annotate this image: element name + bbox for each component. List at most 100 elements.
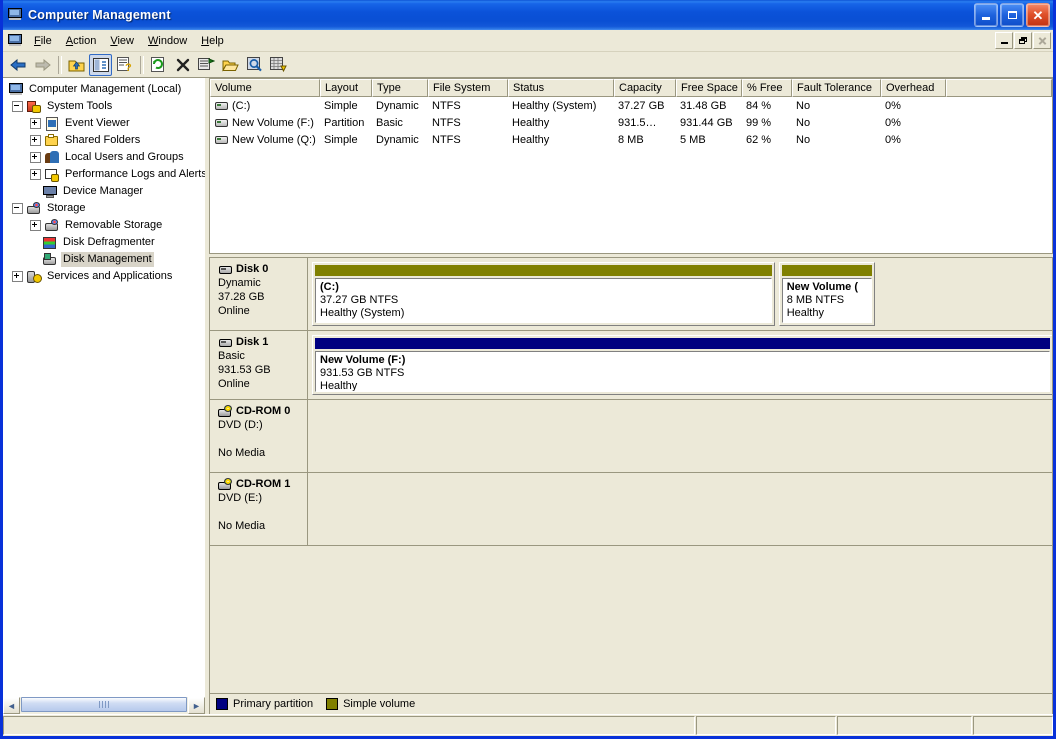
cell-percent-free: 62 % [746, 133, 772, 146]
disk-name: Disk 0 [236, 263, 269, 275]
console-tree-horizontal-scrollbar[interactable]: ◄ ► [3, 696, 205, 715]
scroll-thumb[interactable] [21, 697, 187, 712]
cell-percent-free: 99 % [746, 116, 772, 129]
tree-item-label: Computer Management (Local) [29, 83, 182, 95]
forward-icon[interactable] [31, 54, 54, 76]
column-header-filler[interactable] [946, 79, 1052, 97]
column-header-fault-tolerance[interactable]: Fault Tolerance [792, 79, 881, 97]
system-menu-icon[interactable] [7, 32, 23, 49]
window-title: Computer Management [28, 8, 171, 22]
refresh-icon[interactable] [147, 54, 170, 76]
menu-help[interactable]: Help [194, 33, 231, 49]
partition-name: New Volume (F:) [320, 354, 406, 366]
column-header-overhead[interactable]: Overhead [881, 79, 946, 97]
collapse-toggle-icon[interactable] [12, 203, 23, 214]
up-one-level-icon[interactable] [65, 54, 88, 76]
cell-layout: Partition [324, 116, 365, 129]
disk-row-cdrom-1[interactable]: CD-ROM 1 DVD (E:) No Media [210, 473, 1052, 546]
partition-name: New Volume ( [786, 281, 858, 293]
mdi-window-controls [995, 32, 1051, 49]
tree-item-services-and-applications[interactable]: Services and Applications [4, 268, 205, 285]
mdi-restore-button[interactable] [1014, 32, 1032, 49]
disk-type: DVD (D:) [218, 419, 263, 431]
disk-row-disk-1[interactable]: Disk 1 Basic 931.53 GB Online New Volume… [210, 331, 1052, 400]
scroll-right-button[interactable]: ► [188, 697, 205, 714]
svg-text:?: ? [125, 62, 132, 72]
expand-toggle-icon[interactable] [12, 271, 23, 282]
help-topics-icon[interactable] [267, 54, 290, 76]
tree-item-storage[interactable]: Storage [4, 200, 205, 217]
table-row[interactable]: New Volume (F:) Partition Basic NTFS Hea… [210, 114, 1052, 131]
tree-item-computer-management-local[interactable]: Computer Management (Local) [4, 81, 205, 98]
properties-icon[interactable]: ? [113, 54, 136, 76]
tree-item-performance-logs-and-alerts[interactable]: Performance Logs and Alerts [4, 166, 205, 183]
expand-toggle-icon[interactable] [30, 135, 41, 146]
menu-view[interactable]: View [103, 33, 141, 49]
minimize-button[interactable] [974, 3, 998, 27]
column-header-percent-free[interactable]: % Free [742, 79, 792, 97]
cell-overhead: 0% [885, 99, 901, 112]
status-panel-4 [973, 716, 1053, 735]
console-tree[interactable]: Computer Management (Local) System Tools… [3, 78, 205, 696]
column-header-status[interactable]: Status [508, 79, 614, 97]
menu-action[interactable]: Action [59, 33, 104, 49]
disk-title: CD-ROM 1 [218, 477, 302, 491]
mdi-close-button[interactable] [1033, 32, 1051, 49]
tree-item-device-manager[interactable]: Device Manager [4, 183, 205, 200]
expand-toggle-icon[interactable] [30, 169, 41, 180]
close-button[interactable]: ✕ [1026, 3, 1050, 27]
partition-q[interactable]: New Volume ( 8 MB NTFS Healthy [778, 262, 875, 326]
tree-item-local-users-and-groups[interactable]: Local Users and Groups [4, 149, 205, 166]
column-header-file-system[interactable]: File System [428, 79, 508, 97]
column-header-layout[interactable]: Layout [320, 79, 372, 97]
disk-info-cdrom-0[interactable]: CD-ROM 0 DVD (D:) No Media [210, 400, 308, 472]
tree-item-event-viewer[interactable]: Event Viewer [4, 115, 205, 132]
partition-f[interactable]: New Volume (F:) 931.53 GB NTFS Healthy [312, 335, 1052, 395]
menu-file[interactable]: FFileile [27, 33, 59, 49]
cell-overhead: 0% [885, 133, 901, 146]
table-row[interactable]: New Volume (Q:) Simple Dynamic NTFS Heal… [210, 131, 1052, 148]
column-header-volume[interactable]: Volume [210, 79, 320, 97]
column-header-capacity[interactable]: Capacity [614, 79, 676, 97]
column-header-type[interactable]: Type [372, 79, 428, 97]
back-icon[interactable] [7, 54, 30, 76]
delete-icon[interactable] [171, 54, 194, 76]
toolbar: ? [3, 52, 1053, 78]
system-tools-icon [26, 99, 42, 115]
scroll-track[interactable] [20, 696, 188, 715]
disk-row-disk-0[interactable]: Disk 0 Dynamic 37.28 GB Online (C:) 37.2… [210, 258, 1052, 331]
disk-info-disk-1[interactable]: Disk 1 Basic 931.53 GB Online [210, 331, 308, 399]
disk-view-legend: Primary partition Simple volume [210, 693, 1052, 714]
expand-toggle-icon[interactable] [30, 220, 41, 231]
mdi-minimize-button[interactable] [995, 32, 1013, 49]
partition-c[interactable]: (C:) 37.27 GB NTFS Healthy (System) [312, 262, 775, 326]
tree-item-label: Event Viewer [65, 117, 130, 129]
show-hide-console-tree-icon[interactable] [89, 53, 112, 76]
expand-toggle-icon[interactable] [30, 118, 41, 129]
expand-toggle-icon[interactable] [30, 152, 41, 163]
cdrom-icon [218, 477, 234, 491]
tree-item-removable-storage[interactable]: Removable Storage [4, 217, 205, 234]
menu-window[interactable]: Window [141, 33, 194, 49]
collapse-toggle-icon[interactable] [12, 101, 23, 112]
column-header-free-space[interactable]: Free Space [676, 79, 742, 97]
find-icon[interactable] [243, 54, 266, 76]
open-folder-icon[interactable] [219, 54, 242, 76]
title-bar: Computer Management ✕ [3, 0, 1053, 30]
rescan-disks-icon[interactable] [195, 54, 218, 76]
legend-item-simple-volume: Simple volume [326, 698, 415, 710]
disk-info-cdrom-1[interactable]: CD-ROM 1 DVD (E:) No Media [210, 473, 308, 545]
volume-icon [214, 132, 230, 148]
disk-info-disk-0[interactable]: Disk 0 Dynamic 37.28 GB Online [210, 258, 308, 330]
volume-list-body: (C:) Simple Dynamic NTFS Healthy (System… [210, 97, 1052, 253]
tree-item-disk-management[interactable]: Disk Management [4, 251, 205, 268]
scroll-left-button[interactable]: ◄ [3, 697, 20, 714]
disk-name: CD-ROM 1 [236, 478, 291, 490]
tree-item-label: Disk Defragmenter [63, 236, 155, 248]
maximize-button[interactable] [1000, 3, 1024, 27]
table-row[interactable]: (C:) Simple Dynamic NTFS Healthy (System… [210, 97, 1052, 114]
disk-row-cdrom-0[interactable]: CD-ROM 0 DVD (D:) No Media [210, 400, 1052, 473]
tree-item-disk-defragmenter[interactable]: Disk Defragmenter [4, 234, 205, 251]
tree-item-shared-folders[interactable]: Shared Folders [4, 132, 205, 149]
tree-item-system-tools[interactable]: System Tools [4, 98, 205, 115]
